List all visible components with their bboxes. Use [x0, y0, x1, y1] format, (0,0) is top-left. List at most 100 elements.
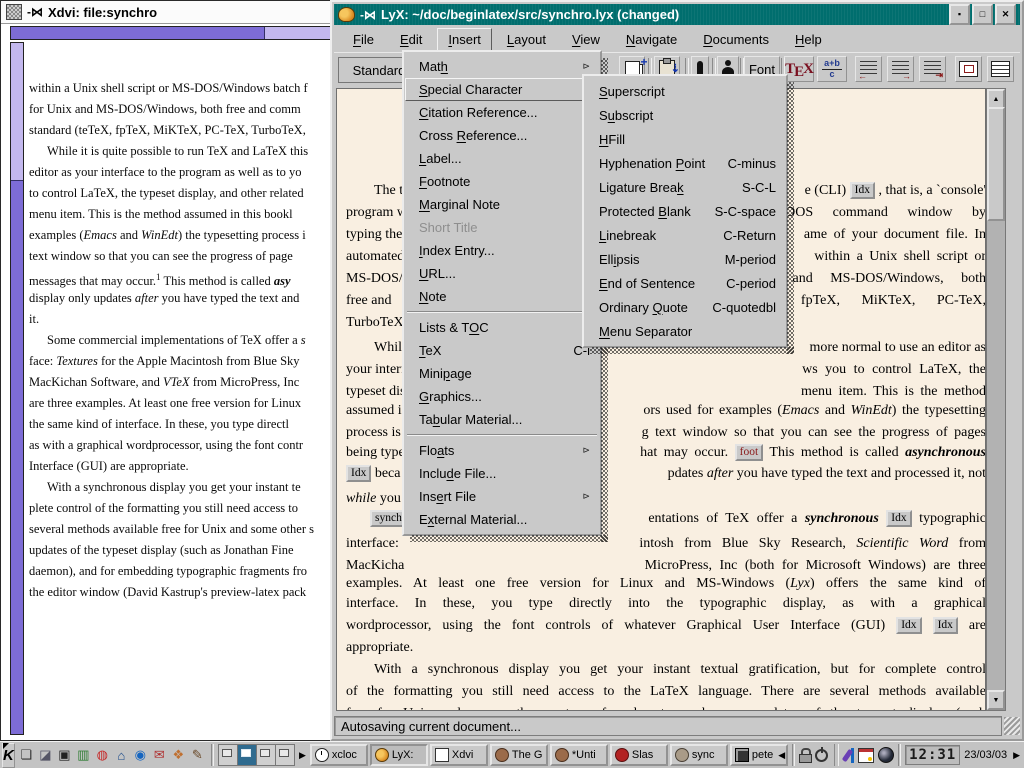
- inline-inset-button[interactable]: Idx: [886, 510, 911, 527]
- menu-item-marginal-note[interactable]: Marginal Note: [405, 193, 599, 216]
- submenu-item-ligature-break[interactable]: Ligature BreakS-C-L: [585, 175, 785, 199]
- inline-inset-button[interactable]: Idx: [933, 617, 958, 634]
- klipper-icon[interactable]: [845, 748, 854, 763]
- tasklist-expander-icon[interactable]: ▶: [297, 750, 308, 761]
- moon-phase-icon[interactable]: [878, 747, 894, 763]
- menu-item-floats[interactable]: Floats⊳: [405, 439, 599, 462]
- menu-item-note[interactable]: Note: [405, 285, 599, 308]
- menubar-help[interactable]: Help: [784, 28, 833, 51]
- task-button-unti[interactable]: *Unti: [550, 744, 608, 766]
- task-button-xdvi[interactable]: Xdvi: [430, 744, 488, 766]
- inline-inset-button[interactable]: Idx: [850, 182, 875, 199]
- xdvi-vscroll-thumb[interactable]: [11, 180, 23, 734]
- xdvi-titlebar[interactable]: -⋈ Xdvi: file:synchro: [1, 1, 332, 24]
- submenu-item-subscript[interactable]: Subscript: [585, 103, 785, 127]
- home-folder-icon[interactable]: ⌂: [112, 744, 131, 766]
- pager-desktop-1[interactable]: [219, 745, 238, 765]
- inline-inset-button[interactable]: Idx: [896, 617, 921, 634]
- menu-item-footnote[interactable]: Footnote: [405, 170, 599, 193]
- news-icon[interactable]: ❖: [169, 744, 188, 766]
- web-browser-icon[interactable]: ◉: [131, 744, 150, 766]
- insert-depth-icon[interactable]: [919, 56, 946, 82]
- resize-grip[interactable]: [1004, 717, 1020, 735]
- pin-icon[interactable]: -⋈: [27, 5, 43, 19]
- task-button-theg[interactable]: The G: [490, 744, 548, 766]
- task-button-slas[interactable]: Slas: [610, 744, 668, 766]
- submenu-item-superscript[interactable]: Superscript: [585, 79, 785, 103]
- insert-table-icon[interactable]: [987, 56, 1014, 82]
- task-button-pete[interactable]: pete◀: [730, 744, 788, 766]
- xdvi-hscroll-thumb[interactable]: [11, 27, 265, 39]
- menubar-navigate[interactable]: Navigate: [615, 28, 688, 51]
- lyx-titlebar[interactable]: -⋈ LyX: ~/doc/beginlatex/src/synchro.lyx…: [334, 4, 1020, 25]
- taskbar-date[interactable]: 23/03/03: [962, 749, 1009, 761]
- submenu-item-ellipsis[interactable]: EllipsisM-period: [585, 247, 785, 271]
- math-fraction-icon[interactable]: a+bc: [817, 56, 847, 82]
- menu-item-graphics[interactable]: Graphics...: [405, 385, 599, 408]
- lock-screen-icon[interactable]: [799, 748, 811, 762]
- menu-item-cross-reference[interactable]: Cross Reference...: [405, 124, 599, 147]
- menu-item-external-material[interactable]: External Material...: [405, 508, 599, 531]
- menu-item-include-file[interactable]: Include File...: [405, 462, 599, 485]
- menu-item-index-entry[interactable]: Index Entry...: [405, 239, 599, 262]
- menubar-file[interactable]: File: [342, 28, 385, 51]
- menu-item-math[interactable]: Math⊳: [405, 55, 599, 78]
- desktop-icon[interactable]: ◪: [36, 744, 55, 766]
- menubar-layout[interactable]: Layout: [496, 28, 557, 51]
- menu-item-tabular-material[interactable]: Tabular Material...: [405, 408, 599, 431]
- insert-marginnote-icon[interactable]: [887, 56, 914, 82]
- menubar-view[interactable]: View: [561, 28, 611, 51]
- editor-pen-icon[interactable]: ✎: [188, 744, 207, 766]
- iconify-button[interactable]: ▪: [949, 4, 970, 25]
- pager-desktop-2[interactable]: [238, 745, 257, 765]
- menu-item-short-title[interactable]: Short Title: [405, 216, 599, 239]
- menu-item-lists-toc[interactable]: Lists & TOC: [405, 316, 599, 339]
- organizer-icon[interactable]: [858, 748, 874, 763]
- submenu-item-hfill[interactable]: HFill: [585, 127, 785, 151]
- digital-clock[interactable]: 12:31: [905, 745, 960, 765]
- menu-item-insert-file[interactable]: Insert File⊳: [405, 485, 599, 508]
- document-scrollbar[interactable]: ▲ ▼: [986, 88, 1006, 711]
- desktop-pager[interactable]: [218, 744, 295, 766]
- maximize-button[interactable]: □: [972, 4, 993, 25]
- menu-item-minipage[interactable]: Minipage: [405, 362, 599, 385]
- menubar-edit[interactable]: Edit: [389, 28, 433, 51]
- window-list-icon[interactable]: ❏: [17, 744, 36, 766]
- submenu-item-ordinary-quote[interactable]: Ordinary QuoteC-quotedbl: [585, 295, 785, 319]
- pager-desktop-4[interactable]: [276, 745, 294, 765]
- menu-item-url[interactable]: URL...: [405, 262, 599, 285]
- insert-footnote-icon[interactable]: [855, 56, 882, 82]
- tex-mode-icon[interactable]: TEX: [784, 56, 814, 82]
- submenu-item-menu-separator[interactable]: Menu Separator: [585, 319, 785, 343]
- task-button-lyx[interactable]: LyX:: [370, 744, 428, 766]
- scrollbar-thumb[interactable]: [987, 107, 1005, 221]
- submenu-item-end-of-sentence[interactable]: End of SentenceC-period: [585, 271, 785, 295]
- insert-figure-icon[interactable]: [955, 56, 982, 82]
- menu-item-citation-reference[interactable]: Citation Reference...: [405, 101, 599, 124]
- submenu-item-linebreak[interactable]: LinebreakC-Return: [585, 223, 785, 247]
- logout-power-icon[interactable]: [815, 749, 828, 762]
- close-button[interactable]: ✕: [995, 4, 1016, 25]
- task-button-xcloc[interactable]: xcloc: [310, 744, 368, 766]
- pin-icon[interactable]: -⋈: [360, 8, 376, 22]
- console-icon[interactable]: ▣: [55, 744, 74, 766]
- submenu-item-hyphenation-point[interactable]: Hyphenation PointC-minus: [585, 151, 785, 175]
- xdvi-horizontal-scrollbar[interactable]: [10, 26, 332, 40]
- menu-item-label[interactable]: Label...: [405, 147, 599, 170]
- menu-item-special-character[interactable]: Special Character: [405, 78, 599, 101]
- submenu-item-protected-blank[interactable]: Protected BlankS-C-space: [585, 199, 785, 223]
- menubar-documents[interactable]: Documents: [692, 28, 780, 51]
- xdvi-vertical-scrollbar[interactable]: [10, 42, 24, 735]
- k-menu-button[interactable]: K: [2, 743, 15, 768]
- help-lifebuoy-icon[interactable]: ◍: [93, 744, 112, 766]
- menubar-insert[interactable]: Insert: [437, 28, 492, 51]
- panel-hide-arrow-icon[interactable]: ▶: [1011, 750, 1022, 761]
- task-button-sync[interactable]: sync: [670, 744, 728, 766]
- inline-inset-button[interactable]: foot: [735, 444, 764, 461]
- scroll-down-icon[interactable]: ▼: [987, 690, 1005, 710]
- inline-inset-button[interactable]: Idx: [346, 465, 371, 482]
- system-tower-icon[interactable]: ▥: [74, 744, 93, 766]
- scroll-up-icon[interactable]: ▲: [987, 89, 1005, 109]
- mail-icon[interactable]: ✉: [150, 744, 169, 766]
- menu-item-tex[interactable]: TeXC-l: [405, 339, 599, 362]
